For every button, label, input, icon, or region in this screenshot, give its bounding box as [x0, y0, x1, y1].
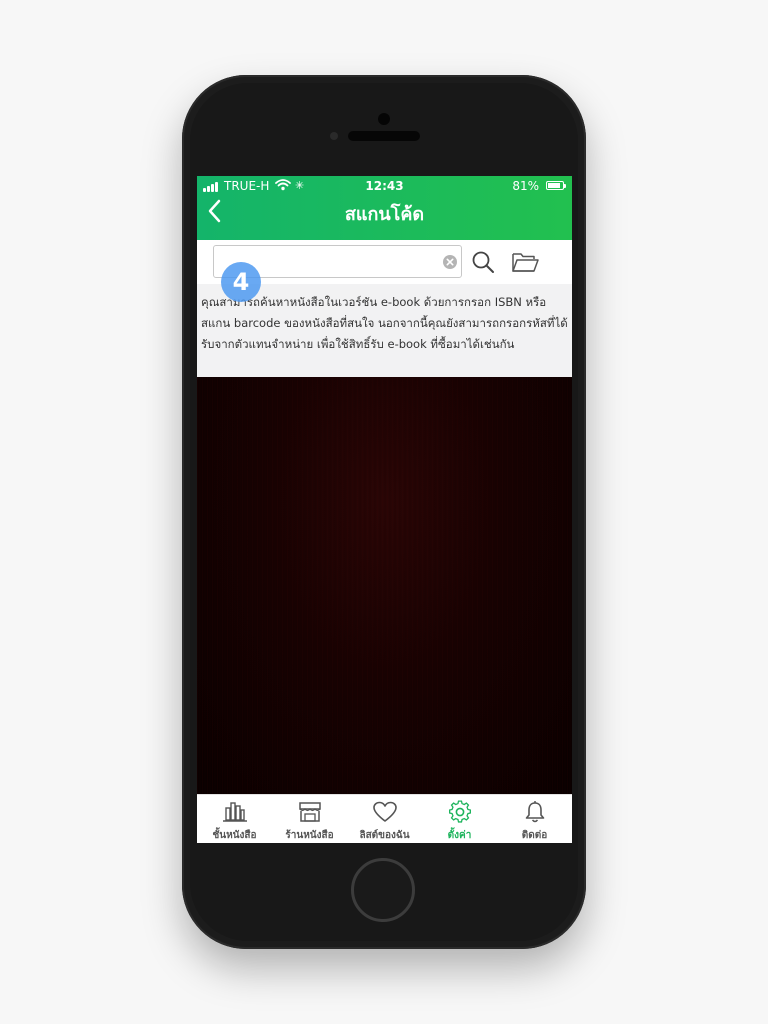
description-text: คุณสามารถค้นหาหนังสือในเวอร์ชัน e-book ด…: [201, 295, 568, 351]
front-camera: [378, 113, 390, 125]
description-panel: คุณสามารถค้นหาหนังสือในเวอร์ชัน e-book ด…: [197, 284, 572, 377]
gear-icon: [449, 800, 471, 823]
home-button[interactable]: [351, 858, 415, 922]
earpiece-speaker: [348, 131, 420, 141]
status-bar: TRUE-H ✳ 12:43 81%: [197, 176, 572, 196]
store-icon: [299, 802, 321, 822]
proximity-sensor: [330, 132, 338, 140]
tab-label: ชั้นหนังสือ: [212, 830, 257, 841]
battery-icon: [546, 181, 566, 190]
header-bar: TRUE-H ✳ 12:43 81% สแกนโค้ด: [197, 176, 572, 240]
search-icon[interactable]: [471, 250, 495, 274]
barcode-camera-view[interactable]: [197, 377, 572, 794]
folder-open-icon[interactable]: [511, 250, 539, 274]
tab-label: ลิสต์ของฉัน: [359, 830, 410, 841]
bookshelf-icon: [223, 802, 247, 822]
page-title: สแกนโค้ด: [344, 204, 425, 225]
bottom-tab-bar: ชั้นหนังสือ ร้านหนังสือ ลิสต์ของฉัน ตั้ง…: [197, 794, 572, 843]
tab-label: ตั้งค่า: [447, 830, 472, 841]
clear-circle-icon[interactable]: [443, 255, 457, 269]
bell-icon: [525, 801, 545, 823]
tab-store[interactable]: ร้านหนังสือ: [272, 795, 347, 843]
tab-settings[interactable]: ตั้งค่า: [422, 795, 497, 843]
tab-my-list[interactable]: ลิสต์ของฉัน: [347, 795, 422, 843]
tab-label: ติดต่อ: [521, 830, 548, 841]
battery-percent: 81%: [512, 179, 539, 193]
heart-icon: [373, 801, 397, 822]
tab-bookshelf[interactable]: ชั้นหนังสือ: [197, 795, 272, 843]
step-badge: 4: [221, 262, 261, 302]
tab-label: ร้านหนังสือ: [285, 830, 334, 841]
app-screen: TRUE-H ✳ 12:43 81% สแกนโค้ด คุณสามารถค้น…: [197, 176, 572, 843]
tab-contact[interactable]: ติดต่อ: [497, 795, 572, 843]
